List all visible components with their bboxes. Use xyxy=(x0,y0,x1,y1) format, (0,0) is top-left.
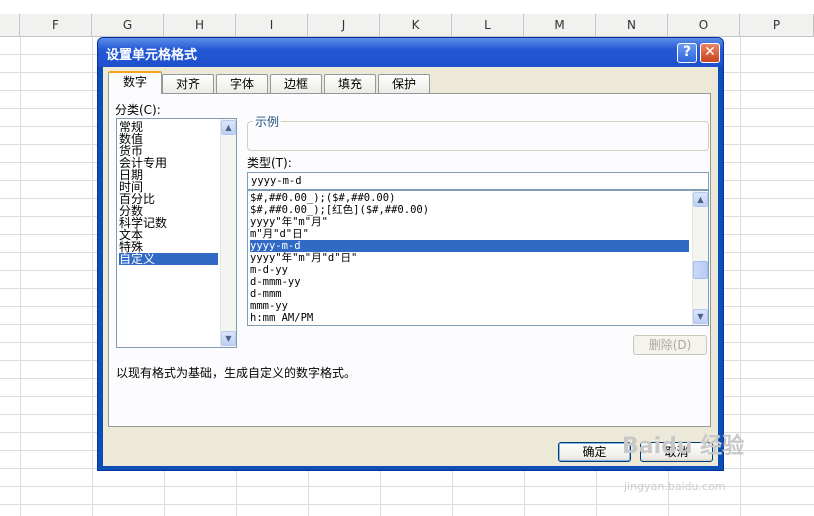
column-header[interactable]: N xyxy=(596,14,668,36)
format-item[interactable]: yyyy"年"m"月"d"日" xyxy=(250,252,689,264)
baidu-watermark-logo: Baidu 经验 xyxy=(622,434,745,459)
close-button[interactable]: ✕ xyxy=(700,43,720,63)
column-header[interactable]: P xyxy=(740,14,814,36)
format-item[interactable]: m-d-yy xyxy=(250,264,689,276)
format-item[interactable]: d-mmm-yy xyxy=(250,276,689,288)
tab-protection[interactable]: 保护 xyxy=(378,74,430,93)
scrollbar-thumb[interactable] xyxy=(693,261,708,279)
format-item[interactable]: yyyy"年"m"月" xyxy=(250,216,689,228)
dialog-client-area: 数字 对齐 字体 边框 填充 保护 分类(C): 常规 数值 货币 会计专用 日… xyxy=(103,67,718,466)
grid-line xyxy=(92,37,93,516)
format-item[interactable]: $#,##0.00_);($#,##0.00) xyxy=(250,192,689,204)
column-header[interactable]: F xyxy=(20,14,92,36)
format-listbox[interactable]: $#,##0.00_);($#,##0.00) $#,##0.00_);[红色]… xyxy=(247,190,709,326)
number-tab-panel: 分类(C): 常规 数值 货币 会计专用 日期 时间 百分比 分数 科学记数 文… xyxy=(108,93,711,427)
category-label: 分类(C): xyxy=(115,103,161,117)
column-header[interactable]: J xyxy=(308,14,380,36)
column-header[interactable]: G xyxy=(92,14,164,36)
column-header[interactable]: M xyxy=(524,14,596,36)
chevron-down-icon[interactable]: ▼ xyxy=(693,309,708,324)
tab-border[interactable]: 边框 xyxy=(270,74,322,93)
format-item[interactable]: h:mm AM/PM xyxy=(250,312,689,324)
tab-number[interactable]: 数字 xyxy=(108,71,162,94)
column-header[interactable]: O xyxy=(668,14,740,36)
column-header[interactable]: L xyxy=(452,14,524,36)
format-item[interactable]: m"月"d"日" xyxy=(250,228,689,240)
category-listbox[interactable]: 常规 数值 货币 会计专用 日期 时间 百分比 分数 科学记数 文本 特殊 自定… xyxy=(116,118,237,348)
corner-cell xyxy=(0,14,20,36)
category-scrollbar[interactable]: ▲ ▼ xyxy=(220,119,236,347)
type-label: 类型(T): xyxy=(247,156,292,170)
format-item-selected[interactable]: yyyy-m-d xyxy=(250,240,689,252)
help-button[interactable]: ? xyxy=(677,43,697,63)
format-scrollbar[interactable]: ▲ ▼ xyxy=(692,191,708,325)
baidu-watermark-url: jingyan.baidu.com xyxy=(624,480,726,493)
format-item[interactable]: mmm-yy xyxy=(250,300,689,312)
type-input[interactable]: yyyy-m-d xyxy=(247,172,709,190)
dialog-titlebar[interactable]: 设置单元格格式 ? ✕ xyxy=(98,38,723,67)
tab-font[interactable]: 字体 xyxy=(216,74,268,93)
column-header[interactable]: I xyxy=(236,14,308,36)
grid-line xyxy=(20,37,21,516)
ok-button[interactable]: 确定 xyxy=(558,442,631,462)
column-header-row: F G H I J K L M N O P xyxy=(0,14,814,37)
description-text: 以现有格式为基础，生成自定义的数字格式。 xyxy=(116,366,357,380)
delete-button[interactable]: 删除(D) xyxy=(633,335,707,355)
sample-groupbox: 示例 xyxy=(247,113,709,151)
tab-alignment[interactable]: 对齐 xyxy=(162,74,214,93)
column-header[interactable]: H xyxy=(164,14,236,36)
dialog-title: 设置单元格格式 xyxy=(106,48,198,63)
sample-label: 示例 xyxy=(253,113,282,130)
chevron-down-icon[interactable]: ▼ xyxy=(221,331,236,346)
chevron-up-icon[interactable]: ▲ xyxy=(693,192,708,207)
chevron-up-icon[interactable]: ▲ xyxy=(221,120,236,135)
column-header[interactable]: K xyxy=(380,14,452,36)
format-cells-dialog: 设置单元格格式 ? ✕ 数字 对齐 字体 边框 填充 保护 分类(C): 常规 … xyxy=(97,37,724,471)
category-item-selected[interactable]: 自定义 xyxy=(119,253,218,265)
format-item[interactable]: d-mmm xyxy=(250,288,689,300)
tab-fill[interactable]: 填充 xyxy=(324,74,376,93)
format-item[interactable]: $#,##0.00_);[红色]($#,##0.00) xyxy=(250,204,689,216)
